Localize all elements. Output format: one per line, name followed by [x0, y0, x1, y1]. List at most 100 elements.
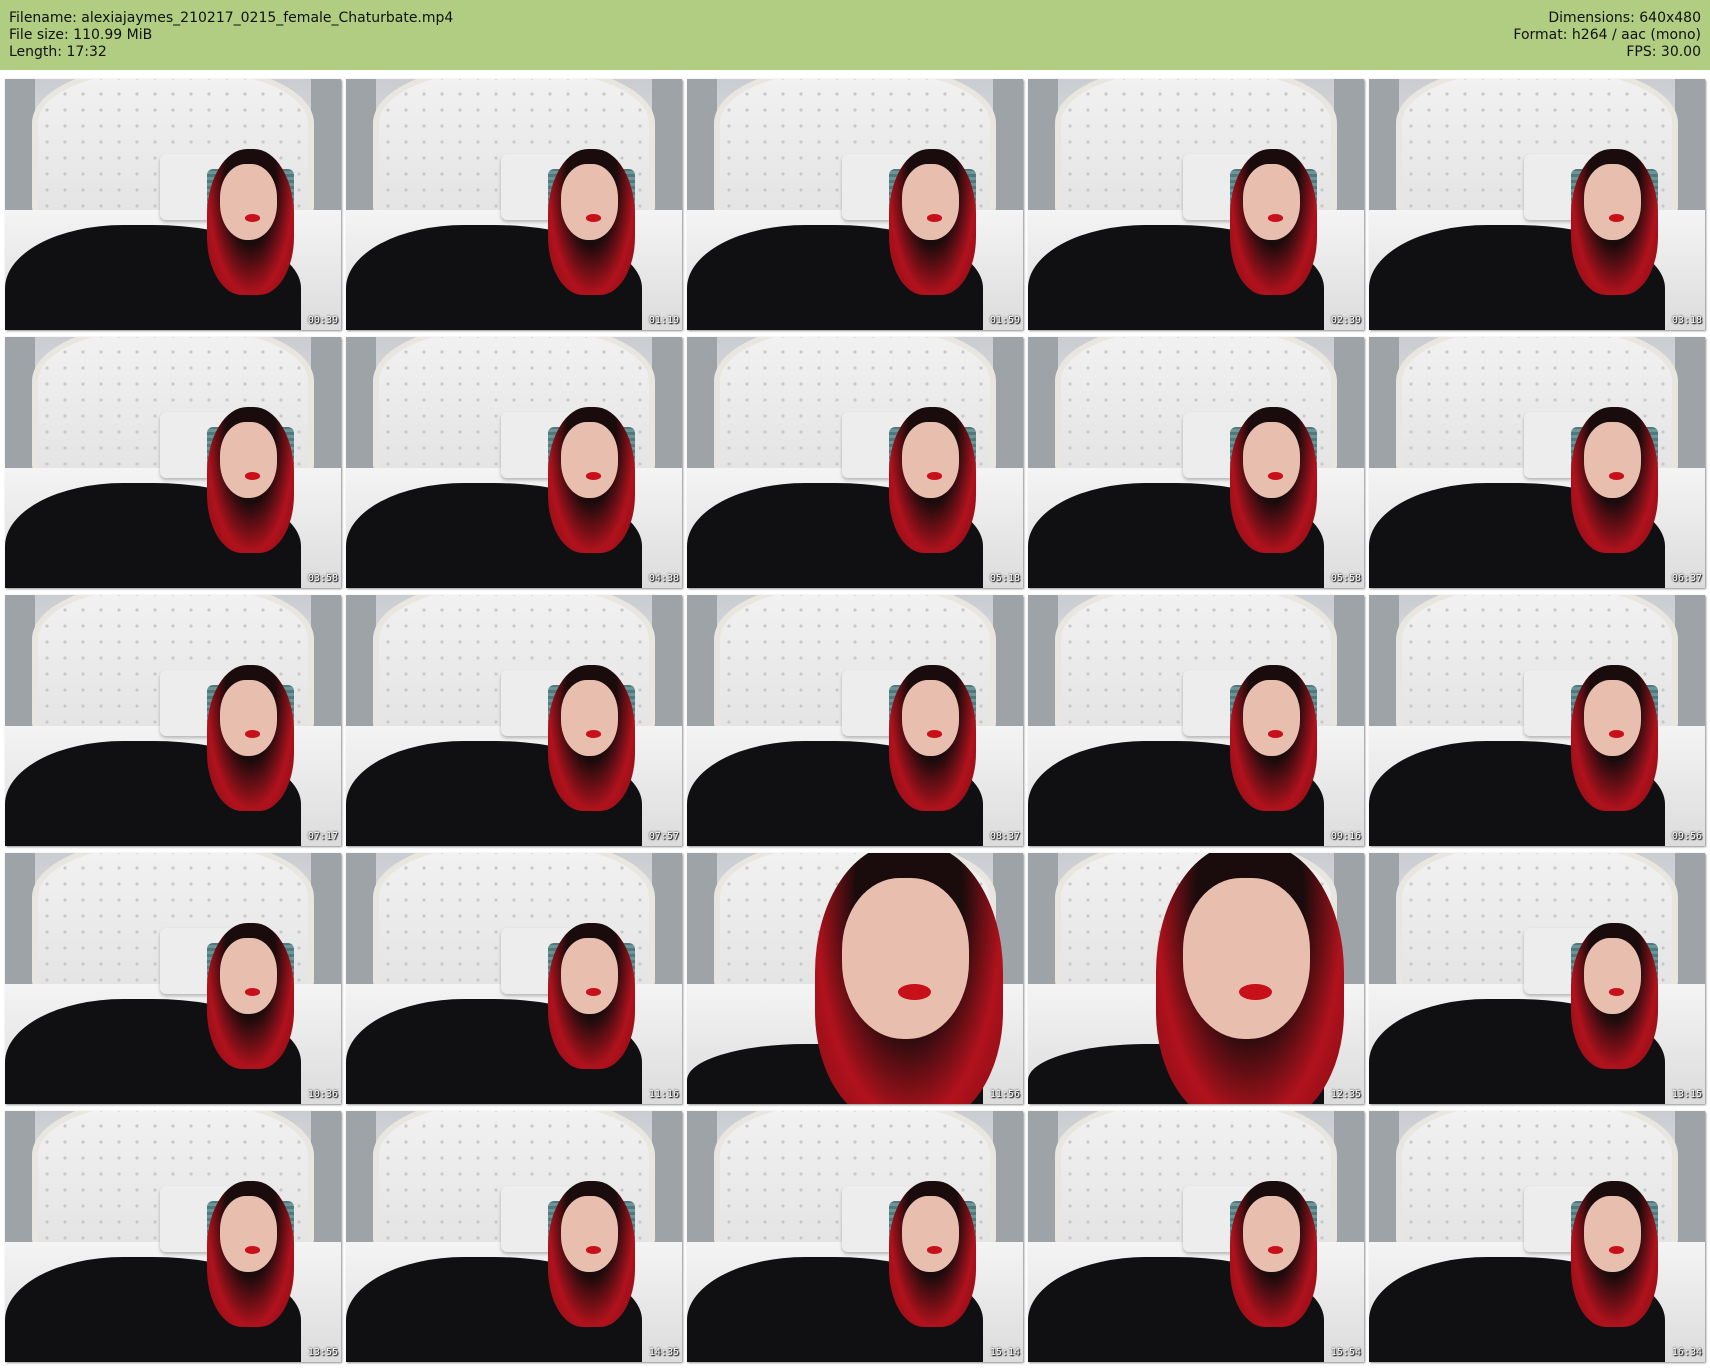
wall-shape [1369, 595, 1400, 746]
wall-shape [651, 595, 682, 746]
video-thumbnail[interactable]: 13:55 [5, 1111, 341, 1362]
person-face-shape [1243, 1196, 1301, 1272]
lips-shape [927, 1246, 942, 1254]
video-thumbnail[interactable]: 15:54 [1028, 1111, 1364, 1362]
wall-shape [1028, 853, 1059, 1004]
lips-shape [586, 472, 601, 480]
wall-shape [687, 337, 718, 488]
person-face-shape [220, 422, 278, 498]
wall-shape [992, 1111, 1023, 1262]
video-thumbnail[interactable]: 12:35 [1028, 853, 1364, 1104]
thumbnail-timestamp: 13:15 [1671, 1089, 1702, 1100]
lips-shape [1268, 472, 1283, 480]
length-text: Length: 17:32 [9, 44, 107, 60]
video-thumbnail[interactable]: 00:39 [5, 79, 341, 330]
lips-shape [927, 472, 942, 480]
wall-shape [1028, 1111, 1059, 1262]
wall-shape [1674, 337, 1705, 488]
video-thumbnail[interactable]: 10:36 [5, 853, 341, 1104]
wall-shape [1674, 79, 1705, 230]
wall-shape [346, 337, 377, 488]
lips-shape [897, 984, 931, 1001]
video-thumbnail[interactable]: 14:35 [346, 1111, 682, 1362]
wall-shape [1369, 853, 1400, 1004]
person-face-shape [1182, 878, 1311, 1039]
wall-shape [1674, 595, 1705, 746]
lips-shape [245, 472, 260, 480]
wall-shape [1028, 595, 1059, 746]
video-thumbnail[interactable]: 08:37 [687, 595, 1023, 846]
wall-shape [310, 337, 341, 488]
fps-text: FPS: 30.00 [1626, 44, 1701, 60]
person-face-shape [902, 1196, 960, 1272]
person-face-shape [1584, 164, 1642, 240]
wall-shape [346, 1111, 377, 1262]
wall-shape [1674, 1111, 1705, 1262]
thumbnail-timestamp: 14:35 [648, 1347, 679, 1358]
person-face-shape [1584, 938, 1642, 1014]
video-thumbnail[interactable]: 02:39 [1028, 79, 1364, 330]
wall-shape [1028, 337, 1059, 488]
wall-shape [1333, 79, 1364, 230]
person-face-shape [220, 1196, 278, 1272]
wall-shape [310, 79, 341, 230]
wall-shape [1369, 337, 1400, 488]
lips-shape [1268, 214, 1283, 222]
lips-shape [1609, 472, 1624, 480]
video-thumbnail[interactable]: 09:56 [1369, 595, 1705, 846]
video-thumbnail[interactable]: 16:34 [1369, 1111, 1705, 1362]
thumbnail-timestamp: 00:39 [307, 315, 338, 326]
lips-shape [1609, 988, 1624, 996]
person-face-shape [561, 680, 619, 756]
thumbnail-timestamp: 07:57 [648, 831, 679, 842]
dimensions-text: Dimensions: 640x480 [1548, 10, 1701, 26]
person-face-shape [902, 680, 960, 756]
video-thumbnail[interactable]: 03:18 [1369, 79, 1705, 330]
video-thumbnail[interactable]: 04:38 [346, 337, 682, 588]
wall-shape [651, 79, 682, 230]
video-thumbnail[interactable]: 01:19 [346, 79, 682, 330]
person-face-shape [841, 878, 970, 1039]
thumbnail-timestamp: 02:39 [1330, 315, 1361, 326]
lips-shape [245, 730, 260, 738]
video-thumbnail[interactable]: 11:16 [346, 853, 682, 1104]
thumbnail-timestamp: 01:59 [989, 315, 1020, 326]
file-info-left: Filename: alexiajaymes_210217_0215_femal… [9, 10, 453, 61]
video-thumbnail[interactable]: 13:15 [1369, 853, 1705, 1104]
video-thumbnail[interactable]: 09:16 [1028, 595, 1364, 846]
file-info-header: Filename: alexiajaymes_210217_0215_femal… [0, 0, 1710, 70]
video-thumbnail[interactable]: 15:14 [687, 1111, 1023, 1362]
video-thumbnail[interactable]: 05:18 [687, 337, 1023, 588]
wall-shape [687, 853, 718, 1004]
thumbnail-timestamp: 09:16 [1330, 831, 1361, 842]
lips-shape [586, 730, 601, 738]
wall-shape [1674, 853, 1705, 1004]
video-thumbnail[interactable]: 01:59 [687, 79, 1023, 330]
thumbnail-timestamp: 09:56 [1671, 831, 1702, 842]
lips-shape [1268, 1246, 1283, 1254]
video-thumbnail[interactable]: 07:57 [346, 595, 682, 846]
lips-shape [1609, 214, 1624, 222]
person-face-shape [561, 938, 619, 1014]
wall-shape [346, 595, 377, 746]
video-thumbnail[interactable]: 05:58 [1028, 337, 1364, 588]
video-thumbnail[interactable]: 07:17 [5, 595, 341, 846]
person-face-shape [1243, 680, 1301, 756]
lips-shape [1268, 730, 1283, 738]
wall-shape [1333, 337, 1364, 488]
wall-shape [1369, 79, 1400, 230]
thumbnail-timestamp: 05:18 [989, 573, 1020, 584]
video-thumbnail[interactable]: 03:58 [5, 337, 341, 588]
wall-shape [651, 1111, 682, 1262]
wall-shape [5, 337, 36, 488]
person-face-shape [1584, 680, 1642, 756]
person-face-shape [1243, 164, 1301, 240]
video-thumbnail[interactable]: 06:37 [1369, 337, 1705, 588]
lips-shape [1609, 730, 1624, 738]
person-face-shape [561, 1196, 619, 1272]
wall-shape [1333, 595, 1364, 746]
person-face-shape [1584, 422, 1642, 498]
video-thumbnail[interactable]: 11:56 [687, 853, 1023, 1104]
thumbnail-timestamp: 15:14 [989, 1347, 1020, 1358]
person-face-shape [1243, 422, 1301, 498]
